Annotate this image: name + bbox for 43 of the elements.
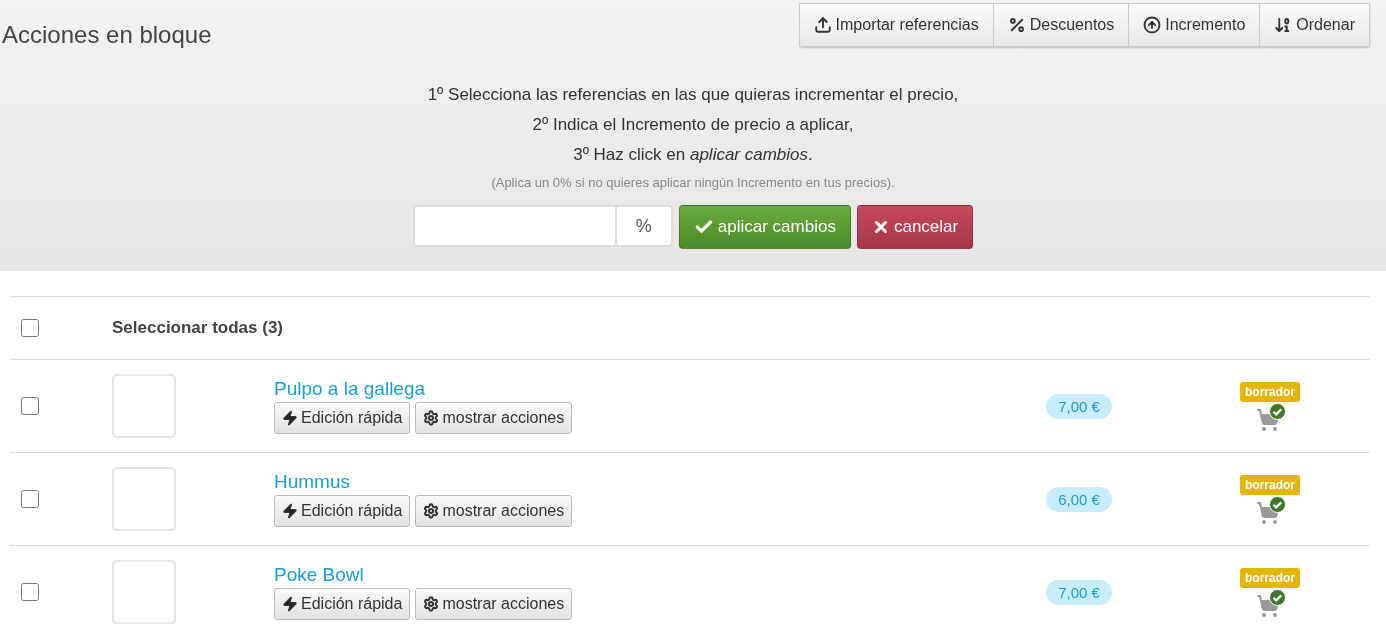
select-all-checkbox[interactable] — [21, 319, 39, 337]
percent-icon — [1007, 16, 1026, 34]
toolbar-button[interactable]: Descuentos — [992, 3, 1130, 47]
settings-icon — [423, 596, 440, 612]
select-all-label: Seleccionar todas (3) — [112, 318, 283, 338]
instruction-text: 3º Haz click en aplicar cambios. — [573, 144, 813, 166]
price-badge: 7,00 € — [1046, 579, 1112, 605]
product-thumbnail — [112, 467, 176, 531]
upload-icon — [813, 16, 832, 34]
actions-button[interactable]: mostrar acciones — [415, 402, 573, 434]
instruction-text: 2º Indica el Incremento de precio a aplicar, — [532, 114, 854, 136]
cart-check-icon — [1256, 590, 1284, 616]
cancel-button[interactable]: cancelar — [856, 205, 974, 249]
toolbar-button[interactable]: Ordenar — [1259, 3, 1370, 47]
arrow-up-circle-icon — [1143, 16, 1162, 34]
page-title: Acciones en bloque — [2, 21, 212, 49]
lightning-icon — [282, 596, 298, 612]
instruction-text: 1º Selecciona las referencias en las que quieras incrementar el precio, — [427, 84, 959, 106]
settings-icon — [423, 503, 440, 519]
status-badge: borrador — [1240, 568, 1300, 588]
increment-input-field[interactable]: % — [412, 205, 673, 247]
hint-text: (Aplica un 0% si no quieres aplicar ningún Incremento en tus precios). — [491, 175, 895, 190]
quick-edit-button[interactable]: Edición rápida — [274, 495, 411, 527]
row-checkbox[interactable] — [21, 397, 39, 415]
cart-check-icon — [1256, 497, 1284, 523]
status-badge: borrador — [1240, 475, 1300, 495]
actions-button[interactable]: mostrar acciones — [415, 495, 573, 527]
price-badge: 6,00 € — [1046, 486, 1112, 512]
lightning-icon — [282, 410, 298, 426]
status-badge: borrador — [1240, 382, 1300, 402]
toolbar-button[interactable]: Importar referencias — [798, 3, 994, 47]
actions-button[interactable]: mostrar acciones — [415, 588, 573, 620]
quick-edit-button[interactable]: Edición rápida — [274, 402, 411, 434]
price-badge: 7,00 € — [1046, 393, 1112, 419]
cart-check-icon — [1256, 404, 1284, 430]
quick-edit-button[interactable]: Edición rápida — [274, 588, 411, 620]
lightning-icon — [282, 503, 298, 519]
toolbar-button[interactable]: Incremento — [1128, 3, 1261, 47]
row-checkbox[interactable] — [21, 583, 39, 601]
row-checkbox[interactable] — [21, 490, 39, 508]
product-thumbnail — [112, 560, 176, 624]
settings-icon — [423, 410, 440, 426]
product-thumbnail — [112, 374, 176, 438]
